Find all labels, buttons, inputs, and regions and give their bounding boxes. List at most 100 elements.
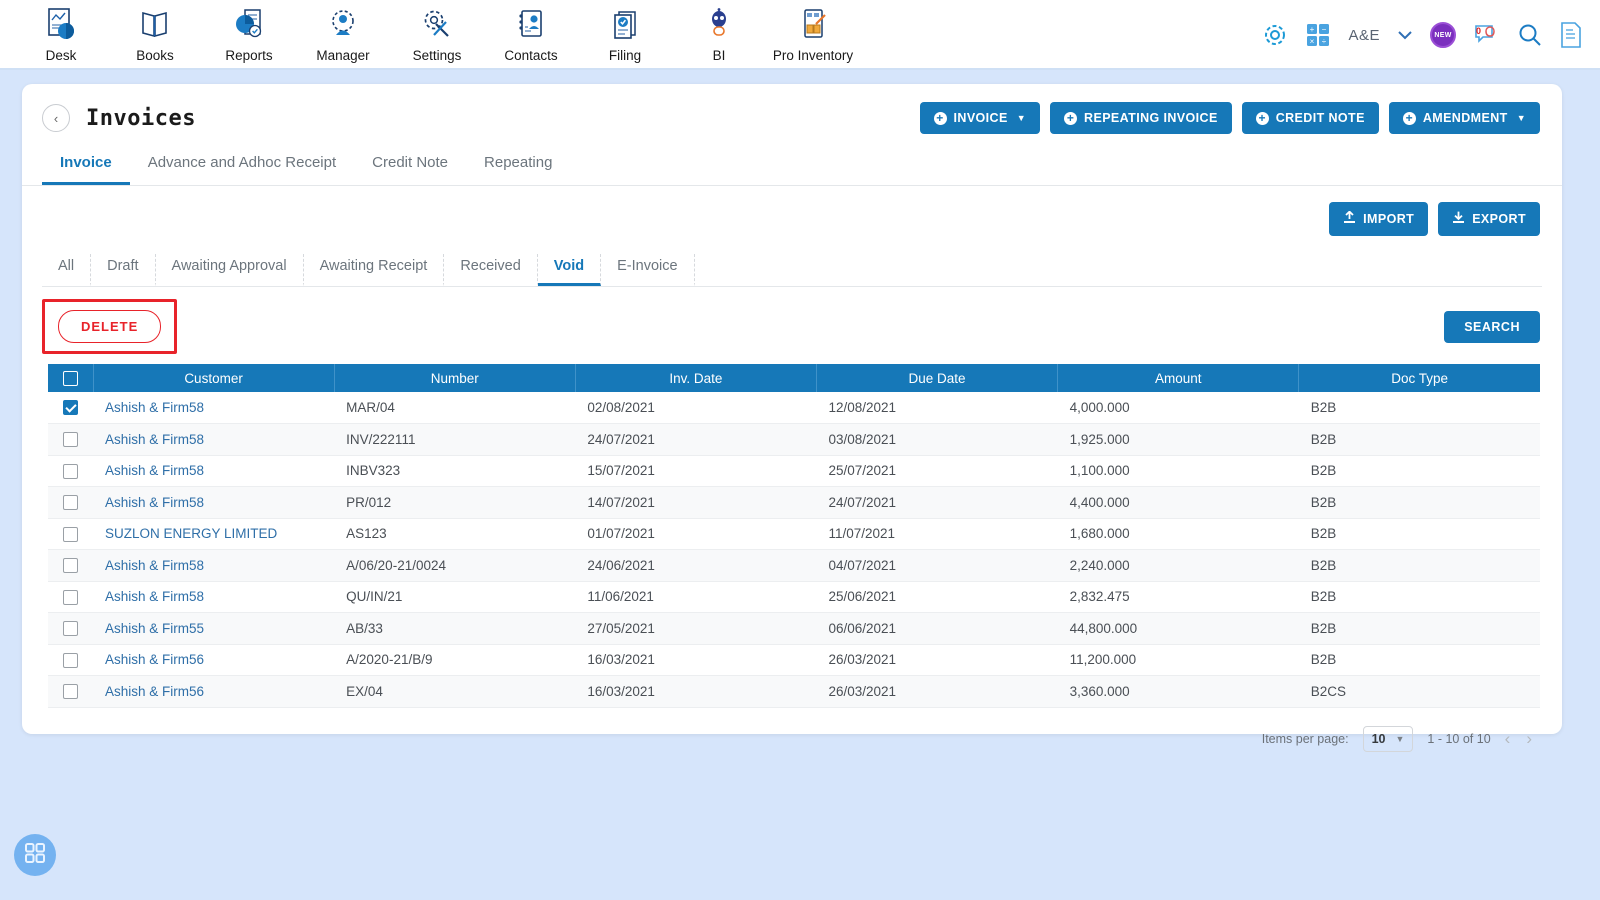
items-per-page-select[interactable]: 10 ▼: [1362, 725, 1414, 752]
row-checkbox[interactable]: [63, 652, 78, 668]
row-checkbox[interactable]: [63, 432, 78, 448]
table-row[interactable]: SUZLON ENERGY LIMITED AS123 01/07/2021 11/0…: [48, 518, 1540, 550]
previous-page-button[interactable]: ‹: [1505, 729, 1511, 749]
status-tab-awaiting-approval[interactable]: Awaiting Approval: [156, 254, 304, 286]
row-select-cell: [48, 612, 93, 645]
apps-launcher-button[interactable]: [14, 834, 56, 876]
tab-credit-note[interactable]: Credit Note: [354, 148, 466, 185]
column-header-due-date[interactable]: Due Date: [816, 364, 1059, 392]
nav-item-contacts[interactable]: Contacts: [492, 5, 570, 63]
document-icon[interactable]: [1560, 22, 1582, 48]
customer-link[interactable]: Ashish & Firm55: [105, 621, 204, 636]
column-header-customer[interactable]: Customer: [93, 364, 335, 392]
select-all-checkbox[interactable]: [62, 370, 78, 386]
status-tab-e-invoice[interactable]: E-Invoice: [601, 254, 695, 286]
cell-amount: 1,100.000: [1057, 455, 1299, 487]
table-row[interactable]: Ashish & Firm56 A/2020-21/B/9 16/03/2021 26…: [48, 644, 1540, 676]
table-row[interactable]: Ashish & Firm58 INBV323 15/07/2021 25/07/20…: [48, 455, 1540, 487]
customer-link[interactable]: Ashish & Firm58: [105, 558, 204, 573]
reports-piechart-icon: [234, 5, 264, 45]
status-tab-awaiting-receipt[interactable]: Awaiting Receipt: [304, 254, 445, 286]
table-row[interactable]: Ashish & Firm58 MAR/04 02/08/2021 12/08/202…: [48, 392, 1540, 424]
cell-inv-date: 14/07/2021: [575, 486, 817, 519]
back-button[interactable]: ‹: [42, 104, 70, 132]
organization-name[interactable]: A&E: [1348, 27, 1380, 44]
items-per-page-label: Items per page:: [1261, 731, 1349, 746]
customer-link[interactable]: Ashish & Firm58: [105, 589, 204, 604]
table-row[interactable]: Ashish & Firm58 INV/222111 24/07/2021 03/08…: [48, 423, 1540, 456]
import-button[interactable]: IMPORT: [1329, 202, 1429, 236]
customer-link[interactable]: Ashish & Firm56: [105, 684, 204, 699]
delete-button[interactable]: DELETE: [58, 310, 162, 343]
notifications-icon[interactable]: 0: [1474, 23, 1500, 47]
new-invoice-button[interactable]: + INVOICE ▼: [919, 102, 1041, 134]
nav-item-pro-inventory[interactable]: Pro Inventory: [773, 5, 853, 63]
export-button[interactable]: EXPORT: [1438, 202, 1540, 236]
customer-link[interactable]: Ashish & Firm56: [105, 652, 204, 667]
cell-due-date: 06/06/2021: [816, 612, 1058, 645]
table-row[interactable]: Ashish & Firm56 EX/04 16/03/2021 26/03/2021…: [48, 675, 1540, 708]
row-checkbox[interactable]: [63, 621, 78, 637]
nav-item-settings[interactable]: Settings: [398, 5, 476, 63]
nav-item-filing[interactable]: Filing: [586, 5, 664, 63]
status-tab-all[interactable]: All: [42, 254, 92, 286]
search-button[interactable]: SEARCH: [1444, 310, 1540, 343]
nav-item-desk[interactable]: Desk: [22, 5, 100, 63]
status-tab-void[interactable]: Void: [537, 254, 602, 286]
nav-label: Reports: [225, 48, 273, 63]
cell-number: QU/IN/21: [334, 581, 576, 613]
cell-number: INBV323: [334, 455, 576, 487]
row-checkbox[interactable]: [63, 495, 78, 511]
customer-link[interactable]: SUZLON ENERGY LIMITED: [105, 526, 277, 541]
gear-icon[interactable]: [1262, 22, 1288, 48]
cell-due-date: 24/07/2021: [816, 486, 1058, 519]
row-checkbox[interactable]: [63, 463, 78, 479]
column-header-amount[interactable]: Amount: [1057, 364, 1300, 392]
button-label: CREDIT NOTE: [1275, 111, 1365, 125]
tab-advance-and-adhoc-receipt[interactable]: Advance and Adhoc Receipt: [130, 148, 354, 185]
chevron-down-icon[interactable]: [1398, 27, 1412, 44]
calculator-icon[interactable]: + − × ÷: [1306, 23, 1330, 47]
search-icon[interactable]: [1518, 23, 1542, 47]
status-tab-draft[interactable]: Draft: [91, 254, 156, 286]
table-row[interactable]: Ashish & Firm58 QU/IN/21 11/06/2021 25/06/2…: [48, 581, 1540, 613]
column-header-doc-type[interactable]: Doc Type: [1298, 364, 1540, 392]
new-credit-note-button[interactable]: + CREDIT NOTE: [1241, 102, 1379, 134]
customer-link[interactable]: Ashish & Firm58: [105, 400, 204, 415]
tab-invoice[interactable]: Invoice: [42, 148, 130, 185]
table-body: Ashish & Firm58 MAR/04 02/08/2021 12/08/202…: [48, 392, 1540, 708]
table-row[interactable]: Ashish & Firm55 AB/33 27/05/2021 06/06/2021…: [48, 612, 1540, 645]
button-label: IMPORT: [1363, 212, 1415, 226]
customer-link[interactable]: Ashish & Firm58: [105, 463, 204, 478]
row-checkbox[interactable]: [63, 589, 78, 605]
table-row[interactable]: Ashish & Firm58 A/06/20-21/0024 24/06/2021…: [48, 549, 1540, 582]
new-repeating-invoice-button[interactable]: + REPEATING INVOICE: [1050, 102, 1232, 134]
app-shortcuts: Desk Books Reports Manager Settings Cont…: [0, 5, 853, 63]
row-checkbox[interactable]: [63, 558, 78, 574]
row-checkbox[interactable]: [63, 684, 78, 700]
nav-label: Filing: [608, 48, 642, 63]
column-header-inv-date[interactable]: Inv. Date: [575, 364, 817, 392]
cell-doc-type: B2B: [1298, 455, 1540, 487]
customer-link[interactable]: Ashish & Firm58: [105, 495, 204, 510]
nav-item-books[interactable]: Books: [116, 5, 194, 63]
cell-due-date: 26/03/2021: [816, 675, 1058, 708]
table-row[interactable]: Ashish & Firm58 PR/012 14/07/2021 24/07/202…: [48, 486, 1540, 519]
next-page-button[interactable]: ›: [1526, 729, 1532, 749]
nav-item-bi[interactable]: BI: [680, 5, 758, 63]
status-tab-received[interactable]: Received: [444, 254, 538, 286]
plus-circle-icon: +: [1064, 111, 1078, 125]
new-amendment-button[interactable]: + AMENDMENT ▼: [1388, 102, 1540, 134]
pro-inventory-boxes-icon: [798, 5, 828, 45]
row-checkbox[interactable]: [63, 400, 78, 416]
new-feature-badge[interactable]: NEW: [1430, 22, 1456, 48]
cell-customer: Ashish & Firm58: [93, 423, 335, 456]
row-checkbox[interactable]: [63, 526, 78, 542]
nav-item-reports[interactable]: Reports: [210, 5, 288, 63]
column-header-number[interactable]: Number: [334, 364, 576, 392]
customer-link[interactable]: Ashish & Firm58: [105, 432, 204, 447]
settings-tools-icon: [422, 5, 452, 45]
tab-repeating[interactable]: Repeating: [466, 148, 570, 185]
nav-item-manager[interactable]: Manager: [304, 5, 382, 63]
paginator: Items per page: 10 ▼ 1 - 10 of 10 ‹ ›: [22, 708, 1562, 752]
